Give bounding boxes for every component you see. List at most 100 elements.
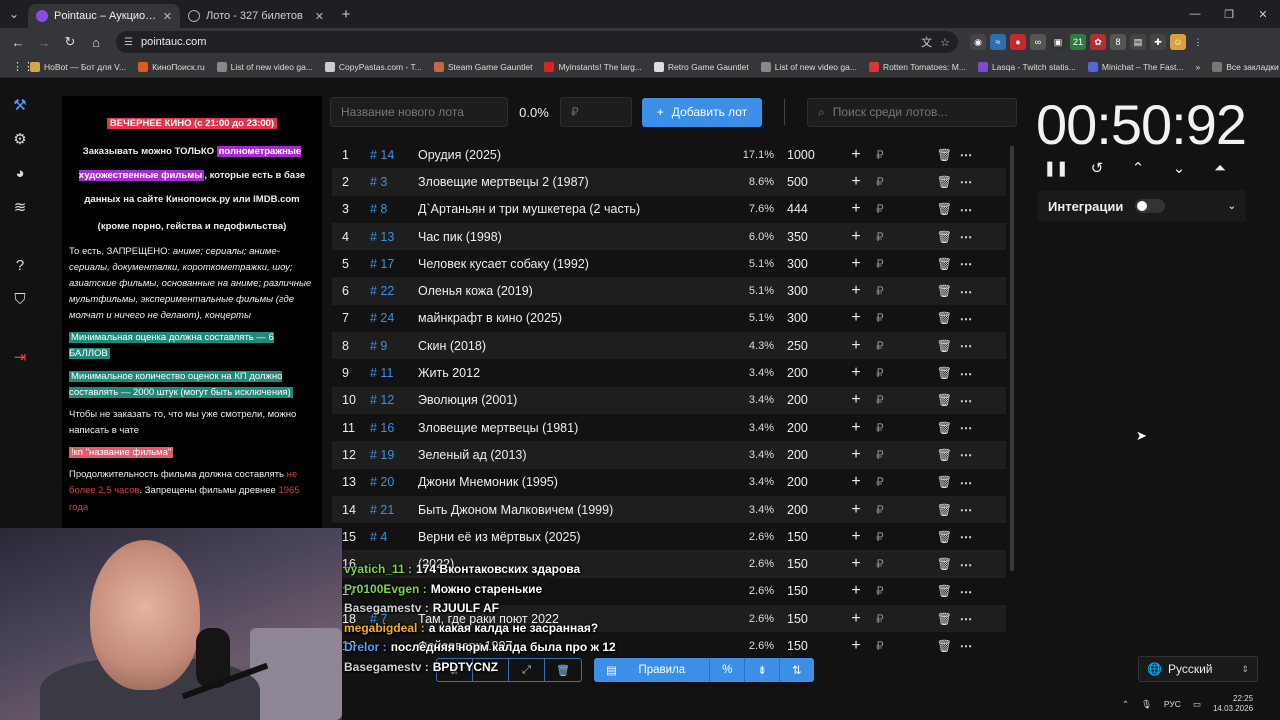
more-bookmarks-icon[interactable]: » [1189,62,1206,72]
currency-input[interactable]: ₽ [876,448,894,462]
double-up-icon[interactable]: ⏶ [1210,158,1230,178]
more-options-icon[interactable]: ⋯ [952,338,980,353]
lot-id-link[interactable]: # 17 [362,257,410,271]
add-amount-icon[interactable]: + [836,473,876,491]
add-lot-button[interactable]: + Добавить лот [642,97,762,127]
add-amount-icon[interactable]: + [836,446,876,464]
add-amount-icon[interactable]: + [836,582,876,600]
extensions-puzzle-icon[interactable]: ✚ [1150,34,1166,50]
lot-amount[interactable]: 150 [774,612,836,626]
currency-input[interactable]: ₽ [876,612,894,626]
lot-amount[interactable]: 150 [774,557,836,571]
lot-id-link[interactable]: # 21 [362,503,410,517]
tab-pointauc[interactable]: Pointauc – Аукционы, лотереи ✕ [28,4,180,28]
lot-title[interactable]: Джони Мнемоник (1995) [410,475,730,489]
new-lot-name-input[interactable]: Название нового лота [330,97,508,127]
close-tab-icon[interactable]: ✕ [163,10,172,23]
lot-id-link[interactable]: # 3 [362,175,410,189]
browser-menu-icon[interactable]: ⋮ [1190,34,1206,50]
decrease-time-icon[interactable]: ⌄ [1169,158,1189,178]
layers-icon[interactable]: ≋ [9,196,31,218]
lot-title[interactable]: Эволюция (2001) [410,393,730,407]
lot-title[interactable]: Д`Артаньян и три мушкетера (2 часть) [410,202,730,216]
more-options-icon[interactable]: ⋯ [952,420,980,435]
add-amount-icon[interactable]: + [836,528,876,546]
percent-toggle[interactable]: % [710,658,746,682]
currency-input[interactable]: ₽ [876,230,894,244]
profile-avatar-icon[interactable]: ☺ [1170,34,1186,50]
more-options-icon[interactable]: ⋯ [952,256,980,271]
add-amount-icon[interactable]: + [836,391,876,409]
lot-id-link[interactable]: # 19 [362,448,410,462]
bookmark-item[interactable]: List of new video ga... [211,61,319,72]
lot-id-link[interactable]: # 13 [362,230,410,244]
lot-title[interactable]: Быть Джоном Малковичем (1999) [410,503,730,517]
lot-id-link[interactable]: # 22 [362,284,410,298]
lot-row[interactable]: 5 # 17 Человек кусает собаку (1992) 5.1% 300… [332,250,1006,277]
integrations-toggle[interactable] [1135,199,1166,213]
close-window-icon[interactable]: ✕ [1246,0,1280,28]
lot-row[interactable]: 4 # 13 Час пик (1998) 6.0% 350 + ₽ 🗑 ⋯ [332,222,1006,251]
lot-title[interactable]: майнкрафт в кино (2025) [410,311,730,325]
minimize-icon[interactable]: — [1178,0,1212,28]
lot-amount[interactable]: 200 [774,448,836,462]
lot-amount[interactable]: 150 [774,584,836,598]
add-amount-icon[interactable]: + [836,309,876,327]
delete-lot-icon[interactable]: 🗑 [894,393,952,407]
help-icon[interactable]: ? [9,254,31,276]
more-options-icon[interactable]: ⋯ [952,447,980,462]
bookmark-item[interactable]: Minichat – The Fast... [1082,61,1190,72]
lot-title[interactable]: Зловещие мертвецы 2 (1987) [410,175,730,189]
lot-row[interactable]: 12 # 19 Зеленый ад (2013) 3.4% 200 + ₽ 🗑 ⋯ [332,441,1006,469]
bookmark-item[interactable]: Steam Game Gauntlet [428,61,539,72]
more-options-icon[interactable]: ⋯ [952,202,980,217]
lot-amount[interactable]: 300 [774,284,836,298]
currency-input[interactable]: ₽ [876,175,894,189]
lot-row[interactable]: 3 # 8 Д`Артаньян и три мушкетера (2 часть)… [332,196,1006,223]
lot-title[interactable]: Час пик (1998) [410,230,730,244]
lot-row[interactable]: 2 # 3 Зловещие мертвецы 2 (1987) 8.6% 500 + ₽ 🗑… [332,168,1006,196]
currency-input[interactable]: ₽ [876,148,894,162]
all-bookmarks[interactable]: Все закладки [1206,61,1280,72]
add-amount-icon[interactable]: + [836,610,876,628]
lot-amount[interactable]: 200 [774,421,836,435]
currency-input[interactable]: ₽ [876,257,894,271]
add-amount-icon[interactable]: + [836,255,876,273]
bookmark-item[interactable]: HoBot — Бот для V... [24,61,132,72]
lot-amount[interactable]: 150 [774,639,836,653]
restore-icon[interactable]: ❐ [1212,0,1246,28]
delete-lot-icon[interactable]: 🗑 [894,202,952,216]
apps-grid-icon[interactable]: ⋮⋮ [6,60,34,73]
delete-lot-icon[interactable]: 🗑 [894,230,952,244]
add-amount-icon[interactable]: + [836,146,876,164]
delete-lot-icon[interactable]: 🗑 [894,448,952,462]
new-tab-button[interactable]: + [332,6,360,23]
close-tab-icon[interactable]: ✕ [315,10,324,23]
lot-amount[interactable]: 300 [774,311,836,325]
delete-lot-icon[interactable]: 🗑 [894,639,952,653]
currency-input[interactable]: ₽ [876,393,894,407]
lot-amount[interactable]: 200 [774,366,836,380]
lot-row[interactable]: 10 # 12 Эволюция (2001) 3.4% 200 + ₽ 🗑 ⋯ [332,386,1006,414]
more-options-icon[interactable]: ⋯ [952,311,980,326]
more-options-icon[interactable]: ⋯ [952,475,980,490]
extension-icon[interactable]: 21 [1070,34,1086,50]
more-options-icon[interactable]: ⋯ [952,174,980,189]
extension-icon[interactable]: 8 [1110,34,1126,50]
more-options-icon[interactable]: ⋯ [952,638,980,653]
lot-amount[interactable]: 200 [774,393,836,407]
bookmark-item[interactable]: КиноПоиск.ru [132,61,211,72]
lot-amount[interactable]: 200 [774,503,836,517]
bookmark-item[interactable]: Myinstants! The larg... [538,61,647,72]
currency-input[interactable]: ₽ [876,530,894,544]
lot-amount[interactable]: 500 [774,175,836,189]
lot-id-link[interactable]: # 24 [362,311,410,325]
chevron-down-icon[interactable]: ⌄ [1228,201,1236,212]
more-options-icon[interactable]: ⋯ [952,284,980,299]
increase-time-icon[interactable]: ⌃ [1128,158,1148,178]
add-amount-icon[interactable]: + [836,364,876,382]
lot-row[interactable]: 7 # 24 майнкрафт в кино (2025) 5.1% 300 + ₽ 🗑 ⋯ [332,305,1006,332]
lot-amount[interactable]: 444 [774,202,836,216]
delete-lot-icon[interactable]: 🗑 [894,557,952,571]
more-options-icon[interactable]: ⋯ [952,229,980,244]
